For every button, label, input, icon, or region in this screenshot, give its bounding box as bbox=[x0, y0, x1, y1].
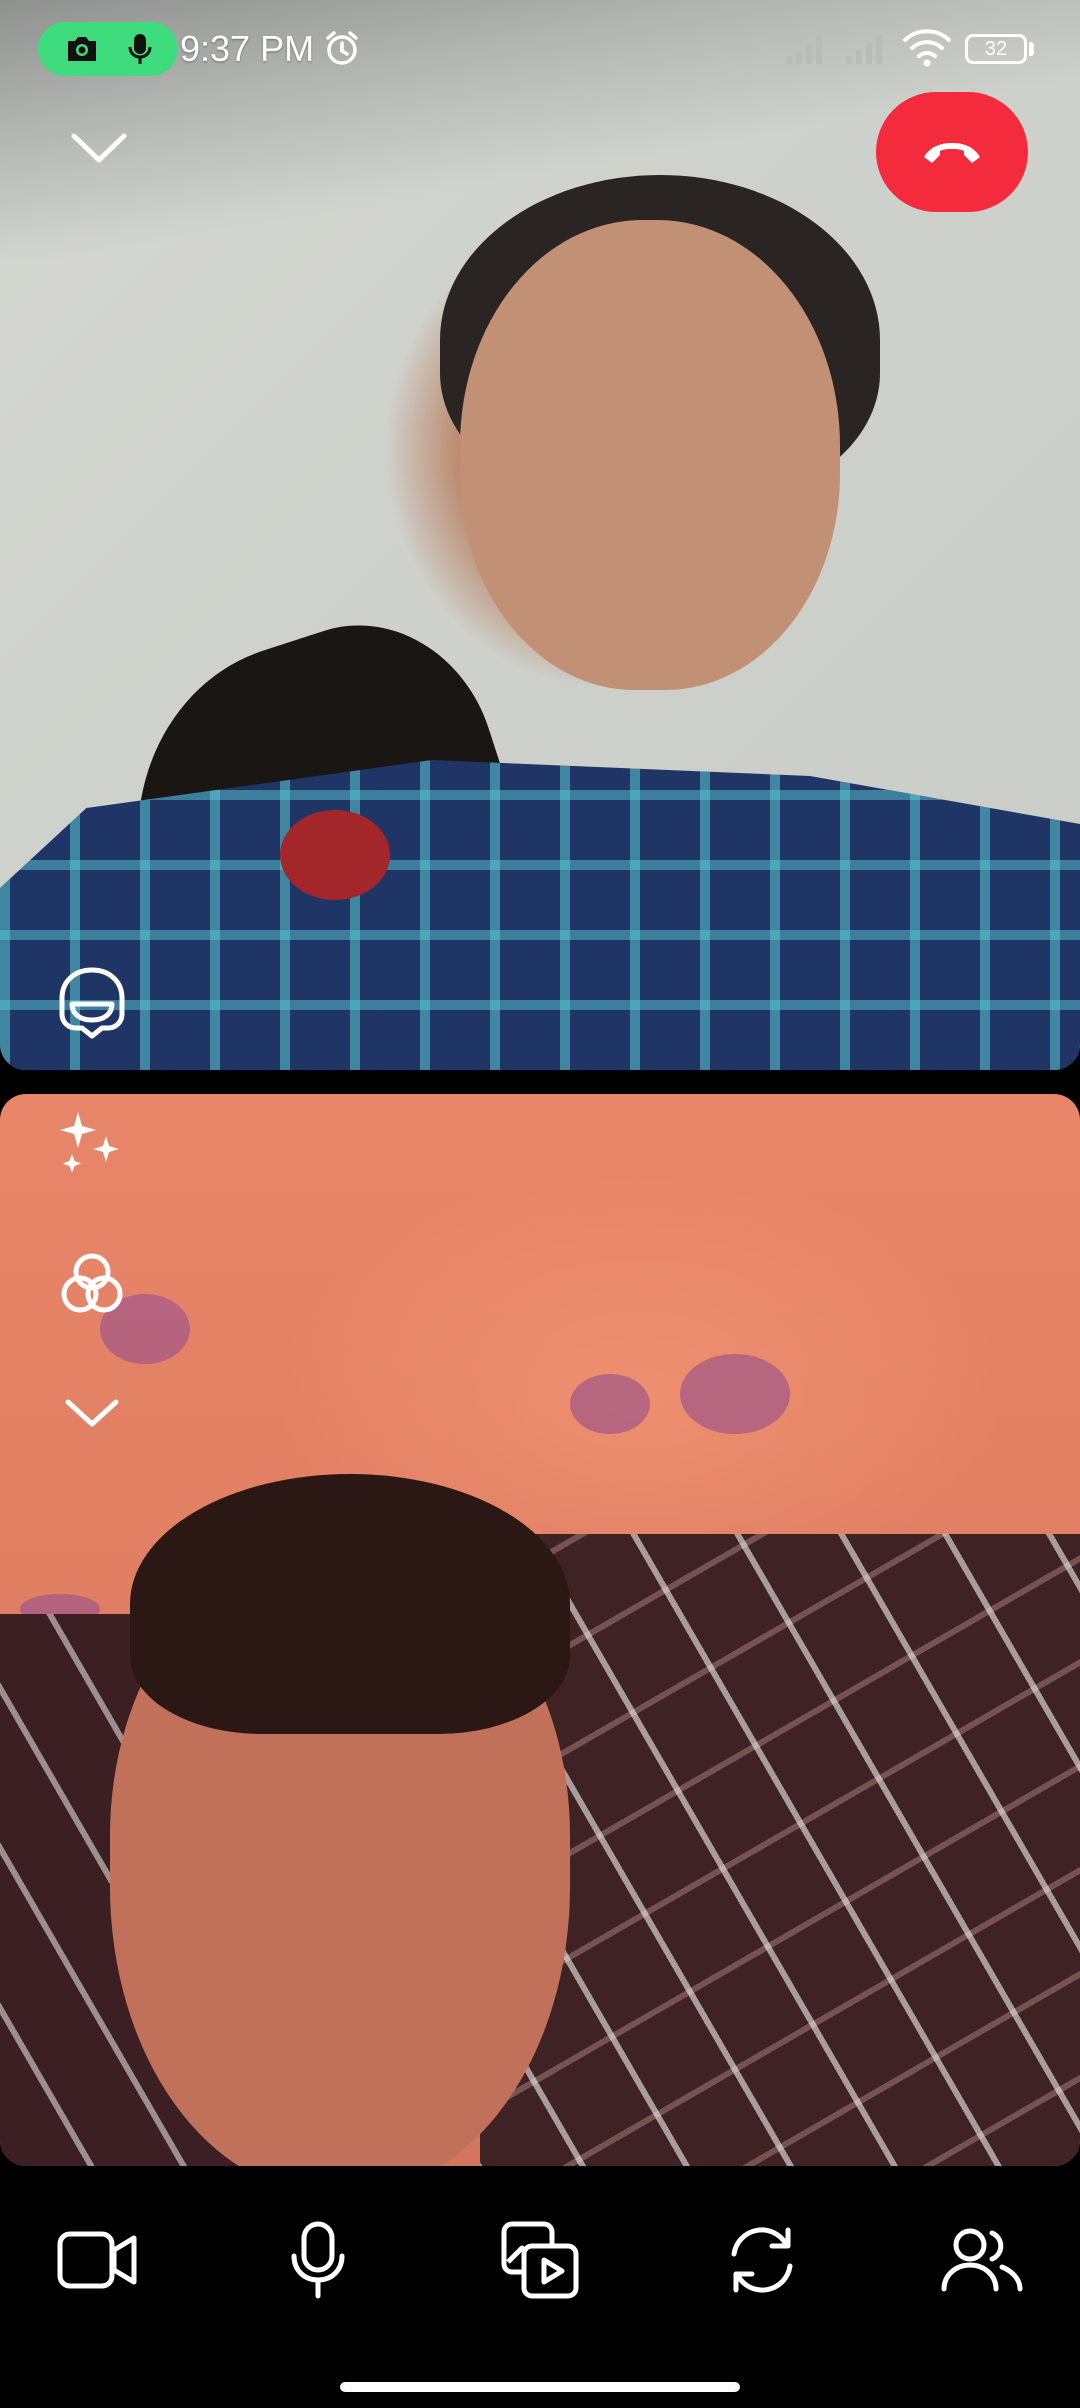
camera-icon bbox=[67, 37, 96, 61]
local-video-pillow bbox=[480, 1534, 1080, 2166]
add-people-icon bbox=[941, 2228, 1023, 2292]
signal-icon bbox=[846, 34, 882, 64]
toggle-video-button[interactable] bbox=[48, 2210, 148, 2310]
status-bar: 9:37 PM 32 bbox=[0, 0, 1080, 98]
battery-tip bbox=[1029, 42, 1034, 56]
toggle-mic-button[interactable] bbox=[268, 2210, 368, 2310]
signal-icon bbox=[786, 34, 822, 64]
switch-camera-icon bbox=[731, 2227, 793, 2293]
wifi-icon bbox=[903, 29, 951, 67]
share-media-button[interactable] bbox=[490, 2210, 590, 2310]
end-call-button[interactable] bbox=[876, 92, 1028, 212]
chevron-down-icon[interactable] bbox=[70, 130, 128, 164]
remote-video-hair-tie bbox=[280, 810, 390, 900]
battery-icon: 32 bbox=[965, 34, 1027, 64]
fabric-flower bbox=[680, 1354, 790, 1434]
remote-video-shirt bbox=[0, 760, 1080, 1070]
home-indicator[interactable] bbox=[340, 2382, 740, 2392]
avatar-effect-icon[interactable] bbox=[54, 964, 130, 1040]
remote-video-face bbox=[460, 220, 840, 690]
sparkle-effects-icon[interactable] bbox=[56, 1108, 126, 1178]
share-media-icon bbox=[501, 2221, 579, 2299]
video-camera-icon bbox=[57, 2231, 137, 2289]
battery-level: 32 bbox=[984, 38, 1008, 60]
recording-indicator bbox=[38, 22, 178, 76]
clock: 9:37 PM bbox=[180, 28, 315, 69]
add-people-button[interactable] bbox=[932, 2210, 1032, 2310]
call-toolbar bbox=[0, 2166, 1080, 2408]
chevron-down-icon[interactable] bbox=[64, 1396, 120, 1428]
microphone-icon bbox=[128, 34, 151, 64]
local-video-tile[interactable] bbox=[0, 1094, 1080, 2166]
filters-icon[interactable] bbox=[56, 1248, 128, 1320]
fabric-flower bbox=[570, 1374, 650, 1434]
local-video-hair bbox=[130, 1474, 570, 1734]
alarm-icon bbox=[326, 31, 358, 65]
microphone-icon bbox=[291, 2221, 345, 2299]
end-call-icon bbox=[924, 143, 980, 163]
switch-camera-button[interactable] bbox=[712, 2210, 812, 2310]
